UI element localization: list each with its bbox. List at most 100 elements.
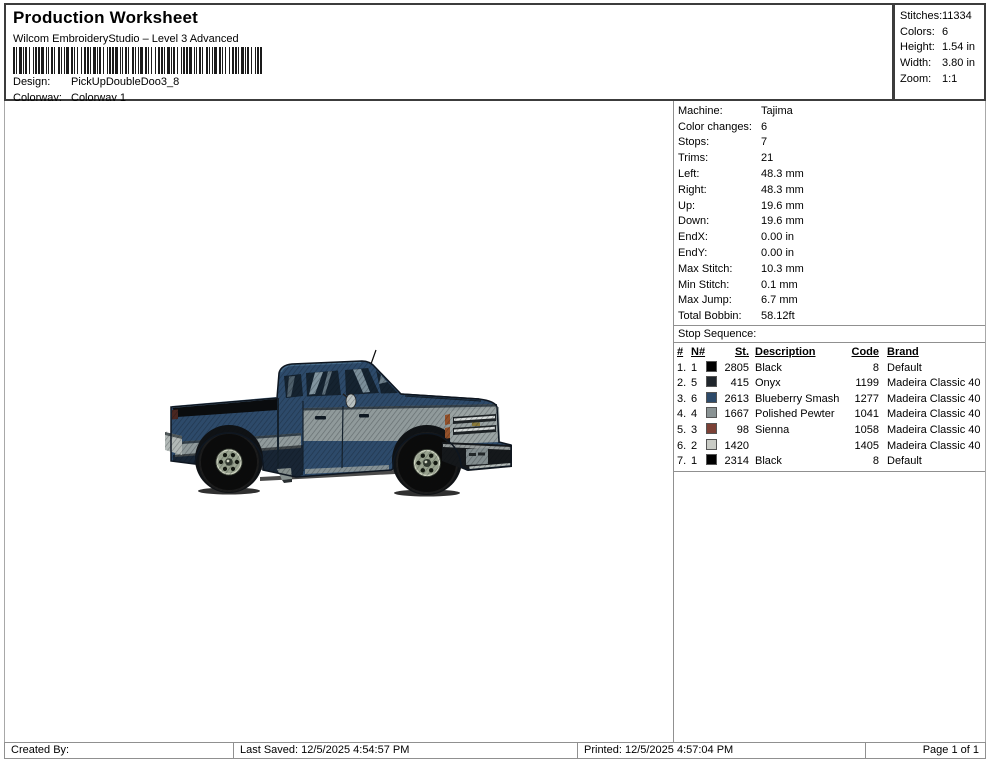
color-swatch <box>706 439 717 450</box>
col-description: Description <box>749 346 847 358</box>
footer-page-number: Page 1 of 1 <box>866 743 985 758</box>
header-info-box: Production Worksheet Wilcom EmbroiderySt… <box>4 3 894 101</box>
summary-value: 11334 <box>942 10 972 22</box>
info-value: 58.12ft <box>761 310 795 322</box>
worksheet-sheet: Production Worksheet Wilcom EmbroiderySt… <box>4 3 986 759</box>
info-row: Total Bobbin:58.12ft <box>678 308 985 324</box>
summary-row: Zoom:1:1 <box>900 71 984 87</box>
summary-label: Width: <box>900 57 942 69</box>
info-value: 6 <box>761 121 767 133</box>
info-label: Right: <box>678 184 761 196</box>
stop-sequence-row: 5.3 98Sienna 1058Madeira Classic 40 <box>677 422 983 438</box>
summary-row: Colors:6 <box>900 24 984 40</box>
summary-label: Zoom: <box>900 73 942 85</box>
info-value: 48.3 mm <box>761 168 804 180</box>
info-label: Stops: <box>678 136 761 148</box>
color-swatch <box>706 361 717 372</box>
footer-created-by: Created By: <box>5 743 234 758</box>
panel-empty-area <box>674 472 985 742</box>
info-label: Down: <box>678 215 761 227</box>
info-label: Total Bobbin: <box>678 310 761 322</box>
col-needle: N# <box>691 346 706 358</box>
design-row: Design: PickUpDoubleDoo3_8 <box>13 76 179 88</box>
info-value: 21 <box>761 152 773 164</box>
info-label: Color changes: <box>678 121 761 133</box>
design-label: Design: <box>13 76 71 88</box>
info-label: EndX: <box>678 231 761 243</box>
info-label: Trims: <box>678 152 761 164</box>
col-num: # <box>677 346 691 358</box>
page-title: Production Worksheet <box>13 8 892 28</box>
info-value: 7 <box>761 136 767 148</box>
machine-info-panel: Machine:Tajima Color changes:6 Stops:7 T… <box>673 101 985 742</box>
info-value: 10.3 mm <box>761 263 804 275</box>
info-row: Max Jump:6.7 mm <box>678 293 985 309</box>
stop-sequence-row: 1.1 2805Black 8Default <box>677 360 983 376</box>
design-canvas <box>5 101 673 742</box>
stop-sequence-header-row: # N# St. Description Code Brand <box>677 344 983 360</box>
stop-sequence-table: # N# St. Description Code Brand 1.1 2805… <box>674 343 985 472</box>
info-label: Max Jump: <box>678 294 761 306</box>
info-value: Tajima <box>761 105 793 117</box>
info-label: Machine: <box>678 105 761 117</box>
info-value: 0.00 in <box>761 231 794 243</box>
worksheet-header: Production Worksheet Wilcom EmbroiderySt… <box>4 3 986 101</box>
summary-row: Width:3.80 in <box>900 55 984 71</box>
main-area: Machine:Tajima Color changes:6 Stops:7 T… <box>4 101 986 742</box>
col-brand: Brand <box>879 346 983 358</box>
summary-label: Stitches: <box>900 10 942 22</box>
info-value: 19.6 mm <box>761 200 804 212</box>
summary-label: Height: <box>900 41 942 53</box>
color-swatch <box>706 454 717 465</box>
info-row: EndX:0.00 in <box>678 229 985 245</box>
design-value: PickUpDoubleDoo3_8 <box>71 76 179 88</box>
info-row: Trims:21 <box>678 150 985 166</box>
info-row: Color changes:6 <box>678 119 985 135</box>
color-swatch <box>706 392 717 403</box>
info-label: Min Stitch: <box>678 279 761 291</box>
info-row: EndY:0.00 in <box>678 245 985 261</box>
summary-row: Stitches:11334 <box>900 8 984 24</box>
stop-sequence-row: 2.5 415Onyx 1199Madeira Classic 40 <box>677 375 983 391</box>
info-row: Right:48.3 mm <box>678 182 985 198</box>
color-swatch <box>706 423 717 434</box>
info-row: Left:48.3 mm <box>678 166 985 182</box>
col-stitches: St. <box>722 346 749 358</box>
summary-value: 1:1 <box>942 73 957 85</box>
page-root: { "header": { "title": "Production Works… <box>0 0 990 762</box>
stop-sequence-row: 4.4 1667Polished Pewter 1041Madeira Clas… <box>677 407 983 423</box>
truck-design <box>165 349 517 497</box>
stop-sequence-title: Stop Sequence: <box>674 326 985 343</box>
info-value: 19.6 mm <box>761 215 804 227</box>
info-value: 0.00 in <box>761 247 794 259</box>
info-value: 48.3 mm <box>761 184 804 196</box>
col-code: Code <box>847 346 879 358</box>
info-label: EndY: <box>678 247 761 259</box>
summary-value: 3.80 in <box>942 57 975 69</box>
info-row: Machine:Tajima <box>678 103 985 119</box>
color-swatch <box>706 376 717 387</box>
color-swatch <box>706 407 717 418</box>
machine-info-list: Machine:Tajima Color changes:6 Stops:7 T… <box>674 101 985 326</box>
info-label: Left: <box>678 168 761 180</box>
summary-label: Colors: <box>900 26 942 38</box>
info-label: Max Stitch: <box>678 263 761 275</box>
stop-sequence-row: 6.2 1420 1405Madeira Classic 40 <box>677 438 983 454</box>
truck-embroidery-image <box>165 349 517 497</box>
summary-value: 6 <box>942 26 948 38</box>
info-label: Up: <box>678 200 761 212</box>
stop-sequence-row: 7.1 2314Black 8Default <box>677 453 983 469</box>
summary-row: Height:1.54 in <box>900 40 984 56</box>
summary-value: 1.54 in <box>942 41 975 53</box>
info-value: 6.7 mm <box>761 294 798 306</box>
app-version-subtitle: Wilcom EmbroideryStudio – Level 3 Advanc… <box>13 33 892 45</box>
info-row: Down:19.6 mm <box>678 214 985 230</box>
info-value: 0.1 mm <box>761 279 798 291</box>
barcode-icon <box>13 47 263 74</box>
summary-box: Stitches:11334 Colors:6 Height:1.54 in W… <box>894 3 986 101</box>
truck-antenna <box>371 350 376 364</box>
stop-sequence-row: 3.6 2613Blueberry Smash 1277Madeira Clas… <box>677 391 983 407</box>
info-row: Min Stitch:0.1 mm <box>678 277 985 293</box>
info-row: Up:19.6 mm <box>678 198 985 214</box>
footer-last-saved: Last Saved: 12/5/2025 4:54:57 PM <box>234 743 578 758</box>
